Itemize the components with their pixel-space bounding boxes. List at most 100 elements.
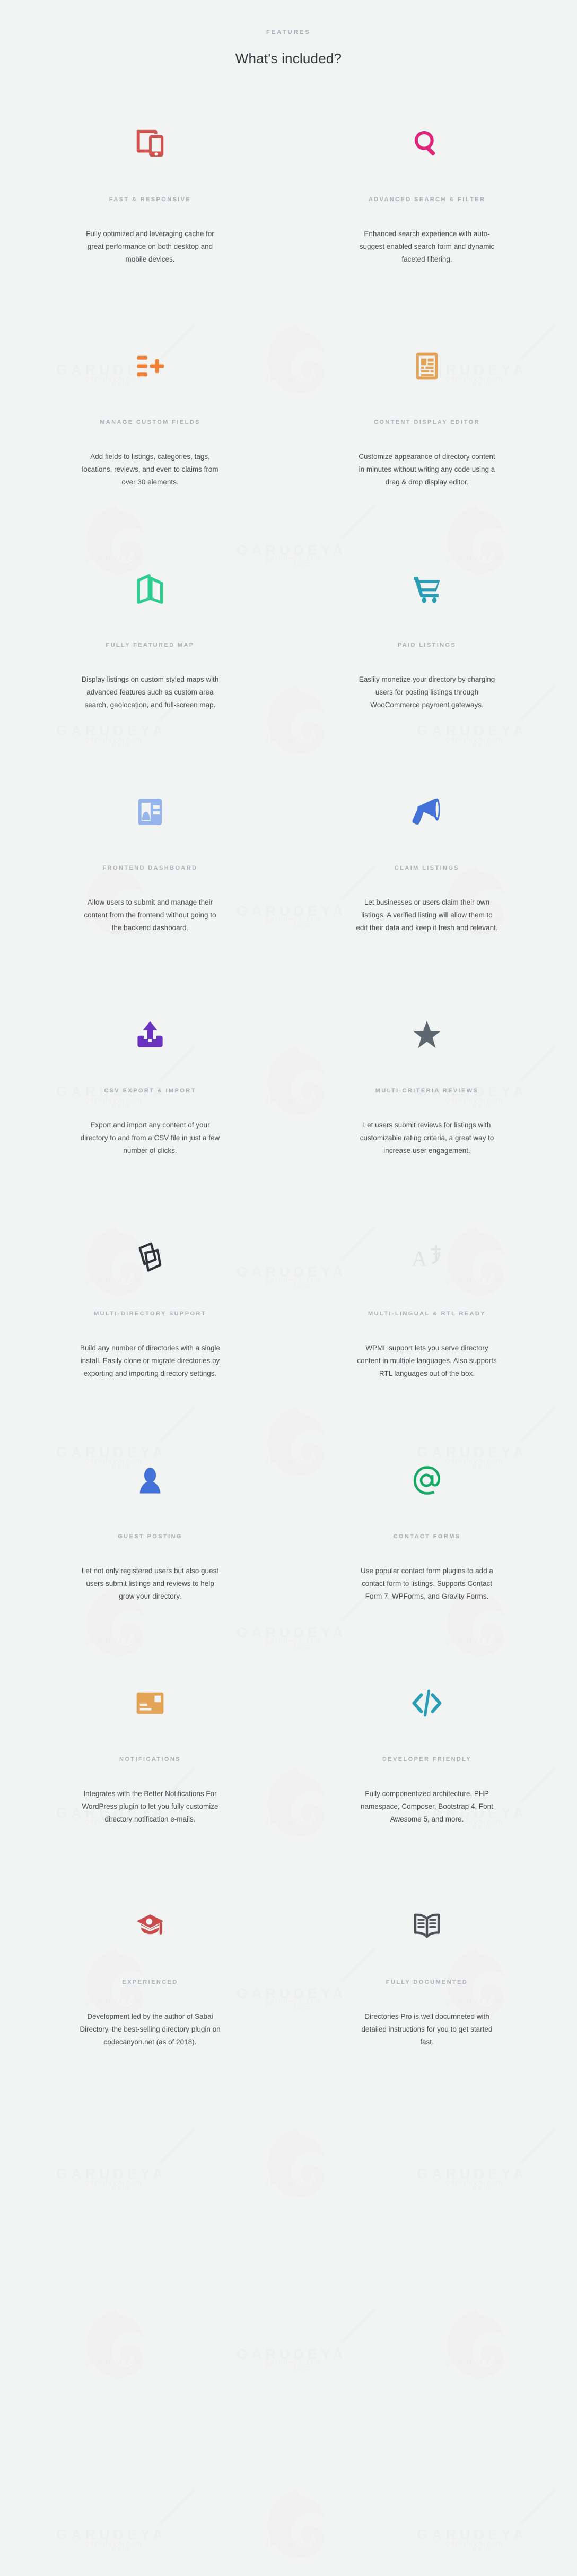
graduation-cap-icon [42,1894,258,1958]
feature-description: Development led by the author of Sabai D… [80,2012,221,2046]
feature-card: MANAGE CUSTOM FIELDS Add fields to listin… [12,334,288,557]
feature-title: FAST & RESPONSIVE [109,196,191,203]
watermark-word: GARUDEYA [416,2526,528,2543]
feature-description: Allow users to submit and manage their c… [84,898,216,932]
feature-title: ADVANCED SEARCH & FILTER [368,196,486,203]
feature-card: A MULTI-LINGUAL & RTL READY WPML support l… [288,1226,565,1449]
feature-title: FRONTEND DASHBOARD [102,864,198,871]
feature-description: Directories Pro is well documneted with … [361,2012,493,2046]
watermark-slash [159,2127,196,2164]
feature-title: FULLY FEATURED MAP [106,641,195,648]
feature-title: CSV EXPORT & IMPORT [104,1087,196,1094]
watermark-slash [159,2488,196,2525]
feature-description: Let businesses or users claim their own … [356,898,498,932]
feature-description: WPML support lets you serve directory co… [357,1343,497,1377]
watermark-dotcom: .com [108,2183,131,2192]
watermark-small-text: garudeya.com [85,2539,143,2547]
feature-card: CSV EXPORT & IMPORT Export and import any… [12,1003,288,1226]
code-brackets-icon [319,1671,535,1735]
feature-title: PAID LISTINGS [397,641,457,648]
feature-title: CONTENT DISPLAY EDITOR [374,419,480,426]
feature-card: CONTENT DISPLAY EDITOR Customize appearan… [288,334,565,557]
feature-description: Easlily monetize your directory by charg… [359,675,495,709]
list-plus-icon [42,334,258,398]
svg-text:A: A [412,1246,427,1270]
feature-title: GUEST POSTING [118,1533,182,1540]
feature-description: Fully optimized and leveraging cache for… [86,229,214,263]
watermark-word: GARUDEYA [56,2165,167,2182]
upload-tray-icon [42,1003,258,1066]
watermark-word: GARUDEYA [56,2526,167,2543]
watermark-logo [21,2260,202,2441]
star-icon [319,1003,535,1066]
feature-card: EXPERIENCED Development led by the author… [12,1894,288,2120]
feature-card: CONTACT FORMS Use popular contact form pl… [288,1449,565,1671]
feature-description: Customize appearance of directory conten… [359,452,495,486]
feature-description: Integrates with the Better Notifications… [82,1789,218,1823]
watermark-small-text: garudeya.com [445,2178,503,2186]
feature-title: CONTACT FORMS [393,1533,461,1540]
feature-card: NOTIFICATIONS Integrates with the Better … [12,1671,288,1894]
map-icon [42,557,258,621]
watermark-wordmark: GARUDEYA .com [21,2457,202,2576]
feature-description: Add fields to listings, categories, tags… [82,452,218,486]
feature-description: Let users submit reviews for listings wi… [360,1121,494,1155]
feature-title: FULLY DOCUMENTED [386,1979,468,1985]
document-layout-icon [319,334,535,398]
user-silhouette-icon [42,1449,258,1512]
watermark-slash [339,2308,377,2344]
feature-card: ADVANCED SEARCH & FILTER Enhanced search … [288,111,565,334]
open-book-icon [319,1894,535,1958]
feature-title: MULTI-DIRECTORY SUPPORT [94,1310,206,1317]
watermark-dotcom: .com [468,2183,492,2192]
feature-title: MULTI-LINGUAL & RTL READY [368,1310,486,1317]
feature-card: FULLY FEATURED MAP Display listings on cu… [12,557,288,780]
feature-card: MULTI-CRITERIA REVIEWS Let users submit r… [288,1003,565,1226]
shopping-cart-icon [319,557,535,621]
feature-card: CLAIM LISTINGS Let businesses or users cl… [288,780,565,1003]
feature-description: Use popular contact form plugins to add … [361,1566,493,1600]
megaphone-icon [319,780,535,844]
watermark-dotcom: .com [288,2363,311,2372]
watermark-logo [382,2260,562,2441]
stacked-pages-icon [42,1226,258,1289]
watermark-wordmark: GARUDEYA .com [202,2276,382,2457]
language-translate-icon: A [319,1226,535,1289]
feature-title: MULTI-CRITERIA REVIEWS [375,1087,479,1094]
at-sign-icon [319,1449,535,1512]
watermark-small-text: garudeya.com [265,2539,323,2547]
watermark-word: GARUDEYA [236,2346,347,2362]
watermark-small-text: garudeya.com [85,2358,143,2366]
page-title: What's included? [235,50,342,66]
feature-grid: FAST & RESPONSIVE Fully optimized and lev… [12,79,565,2120]
watermark-logo [202,2441,382,2576]
watermark-slash [520,2127,557,2164]
watermark-wordmark: GARUDEYA .com [21,2096,202,2276]
feature-card: FAST & RESPONSIVE Fully optimized and lev… [12,111,288,334]
feature-description: Export and import any content of your di… [80,1121,220,1155]
section-header: FEATURES What's included? [0,0,577,67]
watermark-word: GARUDEYA [416,2165,528,2182]
feature-card: FULLY DOCUMENTED Directories Pro is well … [288,1894,565,2120]
feature-title: DEVELOPER FRIENDLY [382,1756,472,1763]
feature-title: EXPERIENCED [122,1979,178,1985]
feature-title: NOTIFICATIONS [119,1756,181,1763]
watermark-small-text: garudeya.com [445,2358,503,2366]
feature-card: GUEST POSTING Let not only registered use… [12,1449,288,1671]
section-eyebrow: FEATURES [266,29,311,36]
watermark-wordmark: GARUDEYA .com [382,2096,562,2276]
devices-icon [42,111,258,175]
feature-description: Enhanced search experience with auto-sug… [359,229,495,263]
watermark-small-text: garudeya.com [85,2178,143,2186]
feature-card: MULTI-DIRECTORY SUPPORT Build any number … [12,1226,288,1449]
watermark-slash [520,2488,557,2525]
feature-card: FRONTEND DASHBOARD Allow users to submit … [12,780,288,1003]
id-card-icon [42,780,258,844]
watermark-dotcom: .com [468,2544,492,2553]
feature-description: Build any number of directories with a s… [80,1343,221,1377]
watermark-small-text: garudeya.com [265,2358,323,2366]
watermark-dotcom: .com [108,2544,131,2553]
feature-title: MANAGE CUSTOM FIELDS [100,419,200,426]
feature-card: PAID LISTINGS Easlily monetize your direc… [288,557,565,780]
feature-description: Fully componentized architecture, PHP na… [361,1789,493,1823]
